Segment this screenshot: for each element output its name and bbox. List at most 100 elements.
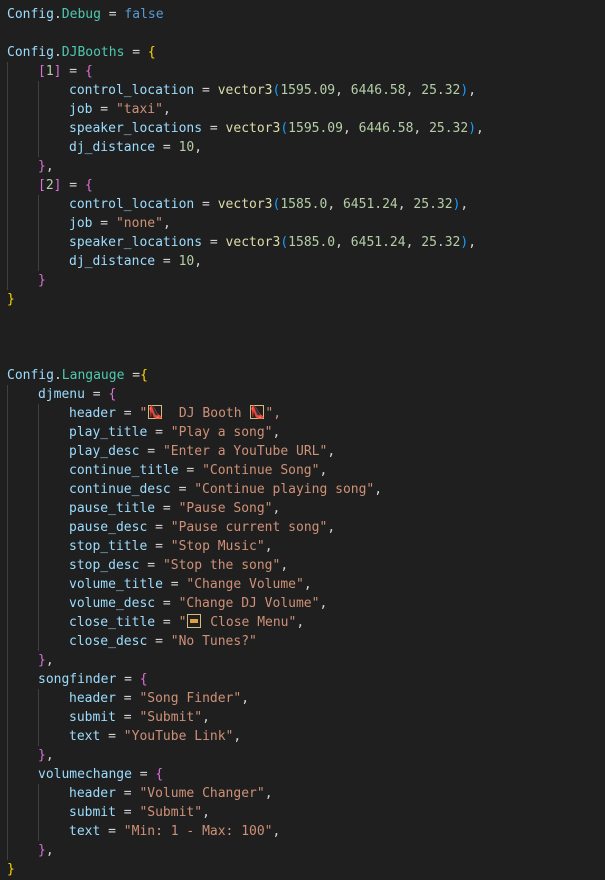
code-line: header = "Volume Changer", — [0, 784, 605, 803]
code-line: [2] = { — [0, 176, 605, 195]
code-line: djmenu = { — [0, 385, 605, 404]
token: "Volume Changer" — [139, 786, 265, 801]
token: djmenu — [38, 387, 85, 402]
token: continue_title — [69, 463, 179, 478]
token: 25.32 — [413, 197, 453, 212]
token: Config — [7, 45, 54, 60]
token: ( — [280, 235, 289, 250]
token: , — [342, 121, 359, 136]
token: , — [45, 653, 54, 668]
token: = — [178, 463, 203, 478]
token: 1595.09 — [280, 83, 336, 98]
token: } — [38, 653, 46, 668]
token: , — [280, 558, 289, 573]
token: 6451.24 — [350, 235, 406, 250]
token: 25.32 — [421, 235, 461, 250]
token: = — [124, 45, 148, 60]
token: { — [147, 45, 156, 60]
token: } — [7, 862, 15, 877]
token: control_location — [69, 83, 195, 98]
token: } — [38, 159, 46, 174]
token: , — [335, 235, 351, 250]
token: = — [131, 767, 156, 782]
token: "Stop Music" — [170, 539, 265, 554]
code-line: volumechange = { — [0, 765, 605, 784]
token: speaker_locations — [69, 235, 203, 250]
token: 25.32 — [429, 121, 469, 136]
token: , — [45, 748, 54, 763]
token: volumechange — [38, 767, 132, 782]
token: ( — [280, 121, 289, 136]
token: "Submit" — [139, 805, 203, 820]
token: "Continue Song" — [202, 463, 320, 478]
token: = — [147, 634, 171, 649]
token: "Change Volume" — [186, 577, 304, 592]
token: "Enter a YouTube URL" — [162, 444, 328, 459]
token: , — [162, 102, 171, 117]
code-line: continue_title = "Continue Song", — [0, 461, 605, 480]
token: volume_title — [69, 577, 163, 592]
token: 6446.58 — [350, 83, 406, 98]
token: , — [405, 235, 422, 250]
token: "Pause current song" — [170, 520, 328, 535]
token: songfinder — [38, 672, 117, 687]
code-line: Config.DJBooths = { — [0, 43, 605, 62]
code-line: speaker_locations = vector3(1595.09, 644… — [0, 119, 605, 138]
token: , — [476, 121, 484, 136]
token: , — [296, 615, 305, 630]
token: = — [116, 672, 140, 687]
token: { — [108, 387, 117, 402]
token: dj_distance — [69, 140, 156, 155]
token: = — [170, 482, 195, 497]
token: dj_distance — [69, 254, 156, 269]
token: ", — [265, 406, 282, 421]
token: text — [69, 824, 101, 839]
token: ) — [468, 121, 477, 136]
code-line: } — [0, 290, 605, 309]
code-line: }, — [0, 157, 605, 176]
token: "Submit" — [139, 710, 203, 725]
token: "Min: 1 - Max: 100" — [123, 824, 273, 839]
token: , — [319, 596, 328, 611]
token: = — [155, 596, 179, 611]
token: = — [194, 197, 218, 212]
token: = — [194, 83, 218, 98]
token: "none" — [115, 216, 163, 231]
token: 1595.09 — [288, 121, 343, 136]
token: submit — [69, 710, 116, 725]
token: , — [264, 539, 273, 554]
code-editor[interactable]: Config.Debug = false Config.DJBooths = {… — [0, 0, 605, 880]
code-line: close_title = " Close Menu", — [0, 613, 605, 632]
code-line: pause_title = "Pause Song", — [0, 499, 605, 518]
token: "No Tunes?" — [170, 634, 257, 649]
token: = — [202, 121, 226, 136]
token: } — [38, 273, 46, 288]
token: , — [194, 254, 203, 269]
token: } — [38, 843, 46, 858]
token: , — [264, 786, 273, 801]
token: = — [115, 406, 140, 421]
token: play_desc — [69, 444, 140, 459]
code-line: pause_desc = "Pause current song", — [0, 518, 605, 537]
token: } — [7, 292, 15, 307]
token: vector3 — [225, 121, 281, 136]
token: "Song Finder" — [139, 691, 242, 706]
code-line: } — [0, 860, 605, 879]
token: = — [155, 615, 179, 630]
token: pause_desc — [69, 520, 148, 535]
code-line: submit = "Submit", — [0, 803, 605, 822]
token: = — [100, 824, 124, 839]
token: = — [115, 710, 140, 725]
code-line: play_desc = "Enter a YouTube URL", — [0, 442, 605, 461]
token: } — [38, 748, 46, 763]
token: header — [69, 406, 116, 421]
token: Debug — [61, 7, 101, 22]
code-line: volume_title = "Change Volume", — [0, 575, 605, 594]
token: , — [202, 710, 210, 725]
token: " — [139, 406, 148, 421]
token: [ — [38, 178, 46, 193]
token: = — [115, 786, 140, 801]
token: [ — [38, 64, 46, 79]
token: = — [115, 691, 140, 706]
token: , — [327, 444, 336, 459]
